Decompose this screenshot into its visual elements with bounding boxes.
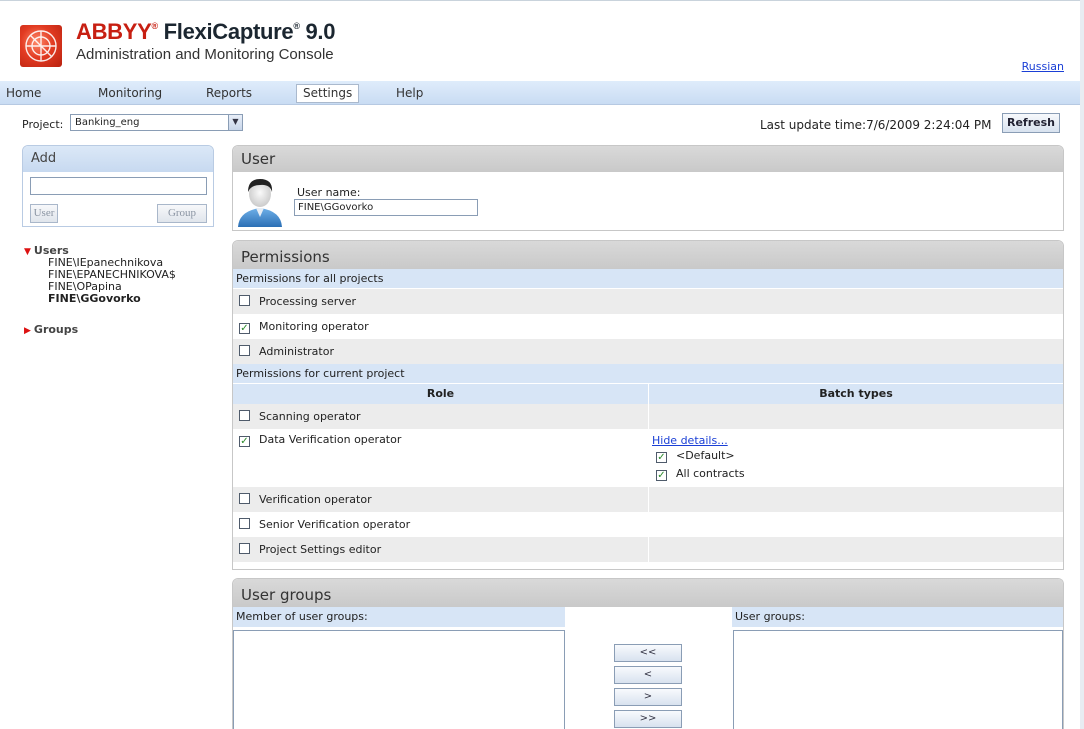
add-search-input[interactable] bbox=[30, 177, 207, 195]
member-of-list[interactable] bbox=[233, 630, 565, 729]
all-projects-header: Permissions for all projects bbox=[233, 269, 1063, 289]
menu-settings[interactable]: Settings bbox=[296, 84, 360, 103]
menu-help[interactable]: Help bbox=[390, 85, 429, 103]
role-label: Data Verification operator bbox=[259, 433, 402, 446]
project-label: Project: bbox=[22, 118, 64, 131]
checkbox-checked[interactable]: ✓ bbox=[656, 470, 667, 481]
move-right-button[interactable]: > bbox=[614, 688, 682, 706]
checkbox[interactable] bbox=[239, 295, 250, 306]
user-panel: User User name: FINE\GGovorko bbox=[232, 145, 1064, 231]
menu-reports[interactable]: Reports bbox=[200, 85, 258, 103]
brand-trademark: ® bbox=[293, 21, 300, 31]
checkbox[interactable] bbox=[239, 493, 250, 504]
checkbox[interactable] bbox=[239, 410, 250, 421]
member-of-label: Member of user groups: bbox=[233, 607, 565, 627]
product-name: ABBYY® FlexiCapture® 9.0 bbox=[76, 19, 335, 45]
roles-grid-header: Role Batch types bbox=[233, 384, 1063, 404]
user-panel-title: User bbox=[233, 146, 1063, 172]
role-row-scanning: Scanning operator bbox=[233, 404, 1063, 429]
role-row-verification: Verification operator bbox=[233, 487, 1063, 512]
checkbox[interactable] bbox=[239, 543, 250, 554]
perm-label: Processing server bbox=[259, 295, 357, 308]
chevron-down-icon[interactable]: ▼ bbox=[228, 115, 242, 130]
role-row-settings-editor: Project Settings editor bbox=[233, 537, 1063, 562]
checkbox-checked[interactable]: ✓ bbox=[239, 323, 250, 334]
add-panel-title: Add bbox=[23, 146, 213, 172]
user-name-label: User name: bbox=[297, 186, 361, 199]
collapsed-triangle-icon[interactable]: ▶ bbox=[24, 326, 31, 336]
permissions-title: Permissions bbox=[233, 241, 1063, 269]
refresh-button[interactable]: Refresh bbox=[1002, 113, 1060, 133]
menu-monitoring[interactable]: Monitoring bbox=[92, 85, 168, 103]
current-project-header: Permissions for current project bbox=[233, 364, 1063, 384]
perm-monitoring-operator: ✓ Monitoring operator bbox=[233, 314, 1063, 339]
main-menu: Home Monitoring Reports Settings Help bbox=[0, 81, 1084, 105]
perm-label: Administrator bbox=[259, 345, 334, 358]
project-select-value: Banking_eng bbox=[75, 117, 140, 128]
move-all-right-button[interactable]: >> bbox=[614, 710, 682, 728]
user-groups-panel: User groups Member of user groups: User … bbox=[232, 578, 1064, 729]
role-label: Project Settings editor bbox=[259, 543, 382, 556]
role-column-header: Role bbox=[233, 384, 649, 404]
perm-administrator: Administrator bbox=[233, 339, 1063, 364]
available-groups-list[interactable] bbox=[733, 630, 1063, 729]
role-row-data-verification: ✓ Data Verification operator Hide details… bbox=[233, 429, 1063, 487]
checkbox-checked[interactable]: ✓ bbox=[239, 436, 250, 447]
tree-groups-node[interactable]: ▶ Groups bbox=[24, 323, 176, 336]
language-link[interactable]: Russian bbox=[1022, 60, 1064, 73]
role-label: Scanning operator bbox=[259, 410, 361, 423]
add-user-button[interactable]: User bbox=[30, 204, 58, 223]
project-select[interactable]: Banking_eng ▼ bbox=[70, 114, 243, 131]
permissions-panel: Permissions Permissions for all projects… bbox=[232, 240, 1064, 570]
brand-version: 9.0 bbox=[305, 19, 336, 44]
role-label: Senior Verification operator bbox=[259, 518, 411, 531]
scrollbar[interactable] bbox=[1080, 0, 1084, 729]
perm-label: Monitoring operator bbox=[259, 320, 369, 333]
checkbox[interactable] bbox=[239, 518, 250, 529]
add-panel: Add User Group bbox=[22, 145, 214, 227]
batch-type-item: ✓ <Default> bbox=[652, 447, 1063, 465]
user-name-field[interactable]: FINE\GGovorko bbox=[294, 199, 478, 216]
expanded-triangle-icon[interactable]: ▼ bbox=[24, 247, 31, 257]
hide-details-link[interactable]: Hide details... bbox=[652, 434, 1063, 447]
user-groups-title: User groups bbox=[233, 579, 1063, 607]
checkbox-checked[interactable]: ✓ bbox=[656, 452, 667, 463]
users-tree: ▼ Users FINE\IEpanechnikova FINE\EPANECHN… bbox=[24, 244, 176, 336]
abbyy-logo-icon bbox=[20, 25, 62, 67]
move-all-left-button[interactable]: << bbox=[614, 644, 682, 662]
last-update: Last update time:7/6/2009 2:24:04 PM bbox=[760, 118, 991, 132]
last-update-label: Last update time: bbox=[760, 118, 867, 132]
app-subtitle: Administration and Monitoring Console bbox=[76, 46, 334, 63]
checkbox[interactable] bbox=[239, 345, 250, 356]
last-update-value: 7/6/2009 2:24:04 PM bbox=[866, 118, 992, 132]
brand-product: FlexiCapture bbox=[163, 19, 294, 44]
user-avatar-icon bbox=[238, 179, 282, 227]
app-header: ABBYY® FlexiCapture® 9.0 Administration … bbox=[0, 0, 1084, 80]
add-group-button[interactable]: Group bbox=[157, 204, 207, 223]
menu-home[interactable]: Home bbox=[0, 85, 47, 103]
available-groups-label: User groups: bbox=[732, 607, 1063, 627]
brand-abbyy: ABBYY bbox=[76, 19, 152, 44]
batch-types-column-header: Batch types bbox=[819, 387, 893, 400]
tree-user-item-selected[interactable]: FINE\GGovorko bbox=[24, 293, 176, 305]
batch-type-item: ✓ All contracts bbox=[652, 465, 1063, 483]
role-row-senior-verification: Senior Verification operator bbox=[233, 512, 1063, 537]
tree-groups-label: Groups bbox=[33, 323, 79, 336]
role-label: Verification operator bbox=[259, 493, 372, 506]
batch-type-label: All contracts bbox=[676, 467, 745, 480]
batch-type-label: <Default> bbox=[676, 449, 735, 462]
move-left-button[interactable]: < bbox=[614, 666, 682, 684]
brand-registered-mark: ® bbox=[151, 21, 159, 31]
perm-processing-server: Processing server bbox=[233, 289, 1063, 314]
